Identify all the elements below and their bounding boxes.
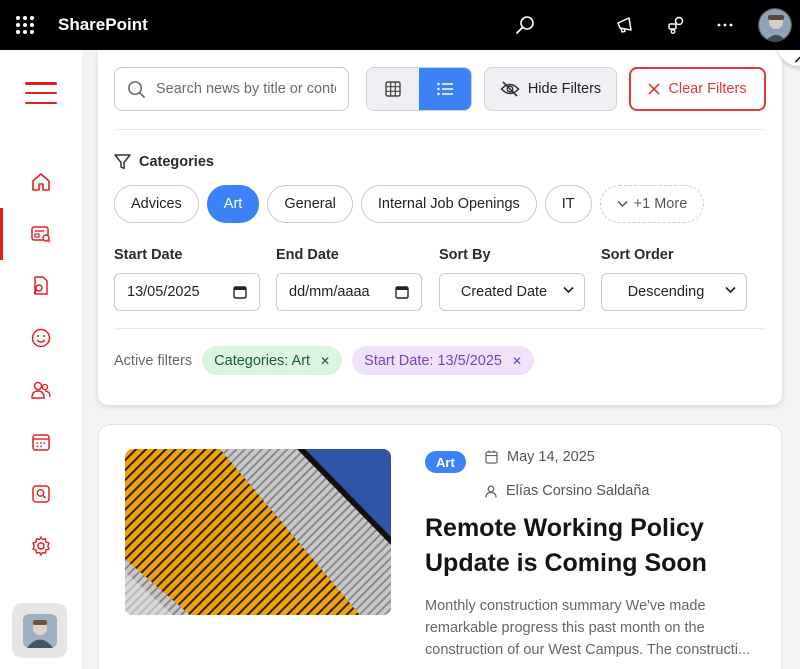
active-filters-label: Active filters <box>114 352 193 369</box>
grid-view-button[interactable] <box>367 68 419 110</box>
category-chip-general[interactable]: General <box>267 185 353 223</box>
start-date-field[interactable]: 13/05/2025 <box>114 273 260 311</box>
start-date-value: 13/05/2025 <box>127 284 200 300</box>
more-icon[interactable] <box>713 13 737 37</box>
news-card[interactable]: Art May 14, 2025 Elías Corsino Saldaña R… <box>98 424 782 669</box>
sort-order-value: Descending <box>627 284 705 300</box>
sort-order-label: Sort Order <box>601 247 674 263</box>
close-icon <box>648 83 660 95</box>
clear-filters-button[interactable]: Clear Filters <box>629 67 766 111</box>
list-icon <box>436 82 453 96</box>
calendar-icon[interactable] <box>28 429 54 455</box>
share-icon[interactable] <box>664 13 688 37</box>
home-icon[interactable] <box>28 169 54 195</box>
category-chip-art[interactable]: Art <box>206 185 260 223</box>
remove-filter-icon[interactable]: ✕ <box>512 354 522 368</box>
clear-filters-label: Clear Filters <box>668 81 747 97</box>
date-text: May 14, 2025 <box>507 449 595 465</box>
category-badge[interactable]: Art <box>425 451 466 473</box>
waffle-icon[interactable] <box>16 16 34 34</box>
categories-title: Categories <box>139 154 214 170</box>
active-filter-label: Categories: Art <box>214 352 311 369</box>
article-author: Elías Corsino Saldaña <box>485 483 649 499</box>
active-filter-label: Start Date: 13/5/2025 <box>364 352 502 369</box>
filter-panel: Hide Filters Clear Filters Categories Ad… <box>98 50 782 405</box>
end-date-value: dd/mm/aaaa <box>289 284 370 300</box>
calendar-icon[interactable] <box>233 285 247 299</box>
sidebar <box>0 50 82 669</box>
list-view-button[interactable] <box>419 68 471 110</box>
smiley-icon[interactable] <box>28 325 54 351</box>
divider <box>114 328 766 329</box>
category-chip-internal-job-openings[interactable]: Internal Job Openings <box>360 185 537 223</box>
app-title[interactable]: SharePoint <box>58 15 148 35</box>
calendar-icon <box>485 450 498 464</box>
article-excerpt: Monthly construction summary We've made … <box>425 598 751 658</box>
calendar-icon[interactable] <box>395 285 409 299</box>
top-bar: SharePoint <box>0 0 800 50</box>
end-date-label: End Date <box>276 247 339 263</box>
active-filters: Active filters Categories: Art ✕ Start D… <box>114 346 535 375</box>
sort-by-value: Created Date <box>460 284 548 300</box>
divider <box>114 129 766 130</box>
search-icon <box>128 80 145 98</box>
grid-icon <box>385 81 401 97</box>
hide-filters-button[interactable]: Hide Filters <box>484 67 617 111</box>
eye-off-icon <box>500 81 520 97</box>
more-categories-label: +1 More <box>633 196 688 212</box>
search-icon[interactable] <box>513 13 537 37</box>
document-search-icon[interactable] <box>28 273 54 299</box>
people-icon[interactable] <box>28 377 54 403</box>
menu-icon[interactable] <box>25 82 57 104</box>
start-date-label: Start Date <box>114 247 183 263</box>
active-filter-chip: Categories: Art ✕ <box>202 346 343 375</box>
more-categories-button[interactable]: +1 More <box>599 185 705 223</box>
user-icon <box>485 485 497 498</box>
sort-order-select[interactable]: Descending <box>601 273 747 311</box>
search-input[interactable] <box>156 81 336 97</box>
category-chips: Advices Art General Internal Job Opening… <box>114 185 705 223</box>
active-filter-chip: Start Date: 13/5/2025 ✕ <box>352 346 535 375</box>
article-date: May 14, 2025 <box>485 449 595 465</box>
article-title[interactable]: Remote Working Policy Update is Coming S… <box>425 511 765 581</box>
end-date-field[interactable]: dd/mm/aaaa <box>276 273 422 311</box>
category-chip-advices[interactable]: Advices <box>114 185 199 223</box>
search-box-icon[interactable] <box>28 481 54 507</box>
sort-by-select[interactable]: Created Date <box>439 273 585 311</box>
chevron-down-icon <box>725 286 736 294</box>
hide-filters-label: Hide Filters <box>527 81 602 97</box>
main-content: Hide Filters Clear Filters Categories Ad… <box>82 50 800 669</box>
chevron-up-icon <box>794 56 800 63</box>
view-toggle <box>366 67 472 111</box>
news-icon[interactable] <box>28 221 54 247</box>
chevron-down-icon <box>617 200 628 208</box>
gear-icon[interactable] <box>28 533 54 559</box>
user-avatar-sidebar[interactable] <box>12 603 67 658</box>
search-field[interactable] <box>114 67 349 111</box>
remove-filter-icon[interactable]: ✕ <box>320 354 330 368</box>
categories-heading: Categories <box>114 154 214 170</box>
news-card-image[interactable] <box>125 449 391 615</box>
active-indicator <box>0 208 3 260</box>
category-chip-it[interactable]: IT <box>544 185 592 223</box>
filter-icon <box>114 154 131 170</box>
sort-by-label: Sort By <box>439 247 491 263</box>
megaphone-icon[interactable] <box>613 13 637 37</box>
user-avatar[interactable] <box>758 8 792 42</box>
chevron-down-icon <box>563 286 574 294</box>
author-name: Elías Corsino Saldaña <box>506 483 650 499</box>
